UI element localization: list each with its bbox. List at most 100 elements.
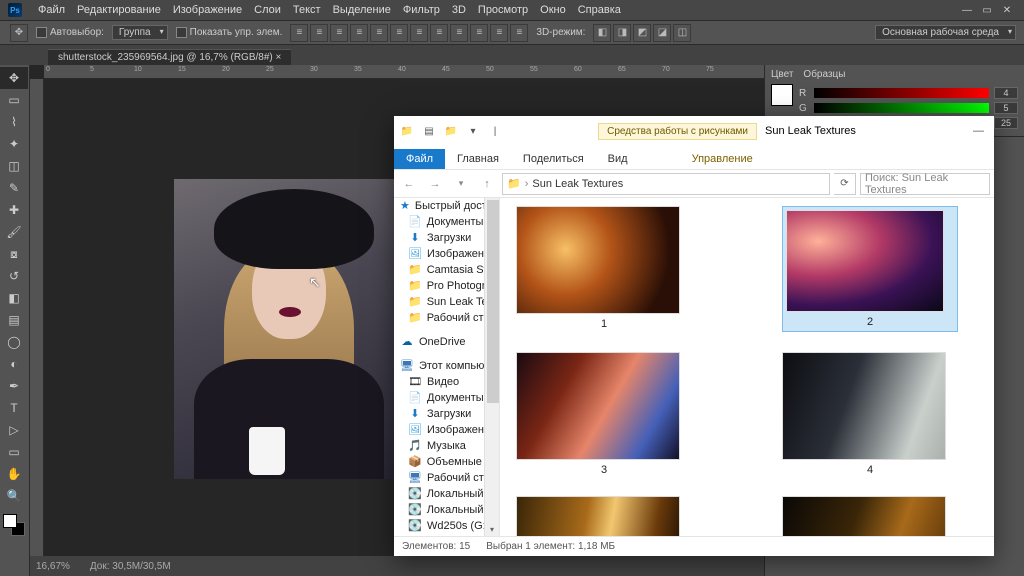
align-icon[interactable]: ≡ (370, 24, 388, 42)
selection-info: Выбран 1 элемент: 1,18 МБ (486, 541, 615, 552)
tab-view[interactable]: Вид (596, 149, 640, 169)
mode3d-icon[interactable]: ◧ (593, 24, 611, 42)
align-icon[interactable]: ≡ (330, 24, 348, 42)
align-icon[interactable]: ≡ (470, 24, 488, 42)
g-slider[interactable] (814, 103, 989, 113)
menu-view[interactable]: Просмотр (478, 4, 528, 16)
lasso-tool[interactable]: ⌇ (0, 111, 28, 133)
tab-share[interactable]: Поделиться (511, 149, 596, 169)
align-icon[interactable]: ≡ (390, 24, 408, 42)
document-tab[interactable]: shutterstock_235969564.jpg @ 16,7% (RGB/… (48, 49, 291, 65)
qat-dropdown[interactable]: ▾ (464, 122, 482, 140)
file-thumbnail-6[interactable] (782, 496, 958, 536)
file-thumbnail-4[interactable]: 4 (782, 352, 958, 476)
close-button[interactable]: ✕ (1000, 5, 1014, 16)
align-icon[interactable]: ≡ (410, 24, 428, 42)
foreground-color[interactable] (771, 84, 793, 106)
r-value[interactable]: 4 (994, 87, 1018, 99)
refresh-button[interactable]: ⟳ (834, 173, 856, 195)
workspace-switcher[interactable]: Основная рабочая среда (875, 25, 1016, 40)
tab-file[interactable]: Файл (394, 149, 445, 169)
autoselect-checkbox[interactable]: Автовыбор: (36, 27, 104, 38)
align-icon[interactable]: ≡ (350, 24, 368, 42)
align-icon[interactable]: ≡ (290, 24, 308, 42)
menu-3d[interactable]: 3D (452, 4, 466, 16)
eyedropper-tool[interactable]: ✎ (0, 177, 28, 199)
nav-scrollbar[interactable]: ▴ ▾ (484, 198, 499, 536)
tab-home[interactable]: Главная (445, 149, 511, 169)
zoom-readout[interactable]: 16,67% (36, 561, 70, 572)
move-tool[interactable]: ✥ (0, 67, 28, 89)
nav-pane[interactable]: ★Быстрый доступ 📄Документы📌 ⬇Загрузки📌 🖼… (394, 198, 500, 536)
nav-up-button[interactable]: ↑ (476, 173, 498, 195)
file-thumbnail-2[interactable]: 2 (782, 206, 958, 332)
nav-back-button[interactable]: ← (398, 173, 420, 195)
pen-tool[interactable]: ✒ (0, 375, 28, 397)
menu-window[interactable]: Окно (540, 4, 566, 16)
file-thumbnail-3[interactable]: 3 (516, 352, 692, 476)
minimize-button[interactable]: — (960, 5, 974, 16)
marquee-tool[interactable]: ▭ (0, 89, 28, 111)
type-tool[interactable]: T (0, 397, 28, 419)
move-tool-icon[interactable]: ✥ (10, 24, 28, 42)
align-icon[interactable]: ≡ (450, 24, 468, 42)
menu-image[interactable]: Изображение (173, 4, 242, 16)
minimize-button[interactable]: — (973, 125, 984, 137)
explorer-window[interactable]: 📁 ▤ 📁 ▾ | Средства работы с рисунками Su… (394, 116, 994, 556)
stamp-tool[interactable]: ⧇ (0, 243, 28, 265)
align-icon[interactable]: ≡ (510, 24, 528, 42)
show-transform-checkbox[interactable]: Показать упр. элем. (176, 27, 283, 38)
wand-tool[interactable]: ✦ (0, 133, 28, 155)
scroll-thumb[interactable] (487, 200, 500, 403)
qat-properties-button[interactable]: ▤ (420, 122, 438, 140)
address-bar[interactable]: 📁 › Sun Leak Textures (502, 173, 830, 195)
autoselect-label: Автовыбор: (50, 27, 104, 38)
mode3d-icon[interactable]: ◫ (673, 24, 691, 42)
align-icon[interactable]: ≡ (310, 24, 328, 42)
heal-tool[interactable]: ✚ (0, 199, 28, 221)
crop-tool[interactable]: ◫ (0, 155, 28, 177)
search-input[interactable]: Поиск: Sun Leak Textures (860, 173, 990, 195)
autoselect-mode-dropdown[interactable]: Группа (112, 25, 168, 40)
titlebar[interactable]: 📁 ▤ 📁 ▾ | Средства работы с рисунками Su… (394, 116, 994, 146)
file-thumbnail-1[interactable]: 1 (516, 206, 692, 332)
zoom-tool[interactable]: 🔍 (0, 485, 28, 507)
nav-recent-button[interactable]: ▾ (450, 173, 472, 195)
breadcrumb-item[interactable]: Sun Leak Textures (532, 178, 623, 190)
tab-manage[interactable]: Управление (680, 149, 765, 169)
mode3d-icon[interactable]: ◩ (633, 24, 651, 42)
file-thumbnail-5[interactable] (516, 496, 692, 536)
gradient-tool[interactable]: ▤ (0, 309, 28, 331)
menu-help[interactable]: Справка (578, 4, 621, 16)
menu-layers[interactable]: Слои (254, 4, 281, 16)
qat-newfolder-button[interactable]: 📁 (442, 122, 460, 140)
hand-tool[interactable]: ✋ (0, 463, 28, 485)
menu-edit[interactable]: Редактирование (77, 4, 161, 16)
tab-swatches[interactable]: Образцы (803, 69, 845, 80)
align-icon[interactable]: ≡ (430, 24, 448, 42)
menu-file[interactable]: Файл (38, 4, 65, 16)
mode3d-icon[interactable]: ◪ (653, 24, 671, 42)
tab-color[interactable]: Цвет (771, 69, 793, 80)
eraser-tool[interactable]: ◧ (0, 287, 28, 309)
dodge-tool[interactable]: ◐ (0, 353, 28, 375)
menu-text[interactable]: Текст (293, 4, 321, 16)
shape-tool[interactable]: ▭ (0, 441, 28, 463)
b-value[interactable]: 25 (994, 117, 1018, 129)
brush-tool[interactable]: 🖌 (0, 221, 28, 243)
mode3d-icon[interactable]: ◨ (613, 24, 631, 42)
scroll-down-icon[interactable]: ▾ (485, 522, 499, 536)
maximize-button[interactable]: ▭ (980, 5, 994, 16)
file-list[interactable]: 1 2 3 4 (500, 198, 994, 536)
menu-filter[interactable]: Фильтр (403, 4, 440, 16)
nav-forward-button[interactable]: → (424, 173, 446, 195)
r-slider[interactable] (814, 88, 989, 98)
history-brush-tool[interactable]: ↺ (0, 265, 28, 287)
menu-select[interactable]: Выделение (333, 4, 391, 16)
align-icon[interactable]: ≡ (490, 24, 508, 42)
context-tab-label: Средства работы с рисунками (598, 123, 757, 140)
blur-tool[interactable]: ◯ (0, 331, 28, 353)
path-tool[interactable]: ▷ (0, 419, 28, 441)
g-value[interactable]: 5 (994, 102, 1018, 114)
color-swatch[interactable] (0, 511, 28, 539)
